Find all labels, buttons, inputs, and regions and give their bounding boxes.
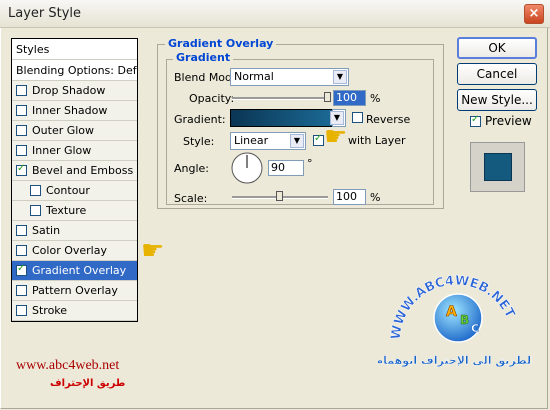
chevron-down-icon: ▼ [333,70,347,84]
style-item-label: Stroke [32,304,68,317]
svg-text:C: C [471,322,479,335]
opacity-label: Opacity: [189,92,235,105]
opacity-input[interactable]: 100 [333,90,366,106]
scale-value: 100 [336,190,357,203]
preview-checkbox[interactable] [470,114,481,127]
style-item-blending-options-default[interactable]: Blending Options: Default [12,60,137,81]
gradient-group-title: Gradient [173,51,234,64]
style-item-inner-shadow[interactable]: Inner Shadow [12,101,137,121]
align-with-layer-label: with Layer [348,134,406,147]
scale-input[interactable]: 100 [333,189,366,205]
style-item-gradient-overlay[interactable]: Gradient Overlay [12,261,137,281]
panel-title: Gradient Overlay [165,37,277,50]
close-button[interactable]: × [524,4,544,24]
align-with-layer-checkbox[interactable] [313,133,324,146]
gradient-picker[interactable] [230,109,334,127]
style-preview [470,142,525,192]
new-style-button[interactable]: New Style... [457,89,537,111]
angle-dial[interactable] [231,152,263,184]
window-title: Layer Style [8,6,82,21]
style-item-checkbox[interactable] [16,125,27,136]
svg-text:B: B [460,313,469,327]
close-icon: × [528,6,540,21]
blend-mode-select[interactable]: Normal ▼ [230,68,349,86]
pointing-hand-icon: ☛ [141,236,165,266]
scale-unit: % [370,191,381,204]
style-item-checkbox[interactable] [16,105,27,116]
style-item-checkbox[interactable] [16,225,27,236]
style-item-outer-glow[interactable]: Outer Glow [12,121,137,141]
style-label: Style: [183,135,215,148]
angle-value: 90 [271,161,285,174]
style-item-checkbox[interactable] [16,305,27,316]
watermark-tagline: طريق الإحتراف [50,378,126,389]
title-bar: Layer Style × [0,0,550,28]
style-item-styles[interactable]: Styles [12,39,137,60]
style-item-label: Outer Glow [32,124,95,137]
style-item-checkbox[interactable] [16,285,27,296]
style-item-label: Inner Shadow [32,104,108,117]
style-item-drop-shadow[interactable]: Drop Shadow [12,81,137,101]
style-item-texture[interactable]: Texture [12,201,137,221]
style-item-satin[interactable]: Satin [12,221,137,241]
style-item-checkbox[interactable] [16,163,27,176]
style-item-checkbox[interactable] [30,185,41,196]
style-value: Linear [234,134,269,147]
style-item-inner-glow[interactable]: Inner Glow [12,141,137,161]
gradient-label: Gradient: [174,113,226,126]
style-select[interactable]: Linear ▼ [230,132,306,150]
style-item-label: Styles [16,42,50,56]
pointing-hand-icon: ☛ [324,122,348,152]
style-item-checkbox[interactable] [30,205,41,216]
style-item-label: Inner Glow [32,144,92,157]
style-item-pattern-overlay[interactable]: Pattern Overlay [12,281,137,301]
cancel-button[interactable]: Cancel [457,63,537,85]
style-item-color-overlay[interactable]: Color Overlay [12,241,137,261]
opacity-slider[interactable] [232,97,328,100]
style-item-label: Gradient Overlay [32,264,127,277]
style-item-contour[interactable]: Contour [12,181,137,201]
blend-mode-value: Normal [234,70,274,83]
style-item-label: Satin [32,224,61,237]
style-item-label: Pattern Overlay [32,284,118,297]
angle-label: Angle: [174,162,210,175]
style-item-label: Bevel and Emboss [32,164,134,177]
style-item-checkbox[interactable] [16,245,27,256]
chevron-down-icon: ▼ [290,134,304,148]
scale-label: Scale: [174,192,208,205]
style-item-label: Color Overlay [32,244,107,257]
logo-arabic: الطريق الى الإحتراف ابوهمام [378,354,532,367]
ok-button[interactable]: OK [457,37,537,59]
reverse-label: Reverse [366,113,411,126]
angle-unit: ° [307,157,313,170]
abc4web-logo: WWW.ABC4WEB.NET A B C الطريق الى الإحترا… [378,273,532,367]
opacity-value: 100 [336,91,357,104]
style-item-checkbox[interactable] [16,85,27,96]
preview-swatch [484,153,512,181]
style-item-checkbox[interactable] [16,145,27,156]
watermark-url: www.abc4web.net [16,358,120,373]
style-item-label: Texture [46,204,87,217]
style-item-bevel-and-emboss[interactable]: Bevel and Emboss [12,161,137,181]
preview-label: Preview [485,114,532,128]
styles-list: Styles Blending Options: Default Drop Shad… [11,38,138,322]
reverse-checkbox[interactable] [352,112,363,123]
style-item-checkbox[interactable] [16,263,27,276]
scale-slider-thumb[interactable] [276,191,283,201]
svg-text:A: A [446,304,457,320]
style-item-label: Blending Options: Default [16,63,137,77]
style-item-stroke[interactable]: Stroke [12,301,137,321]
opacity-unit: % [370,92,381,105]
style-item-label: Drop Shadow [32,84,106,97]
opacity-slider-thumb[interactable] [324,92,331,102]
style-item-label: Contour [46,184,90,197]
angle-input[interactable]: 90 [268,160,304,176]
